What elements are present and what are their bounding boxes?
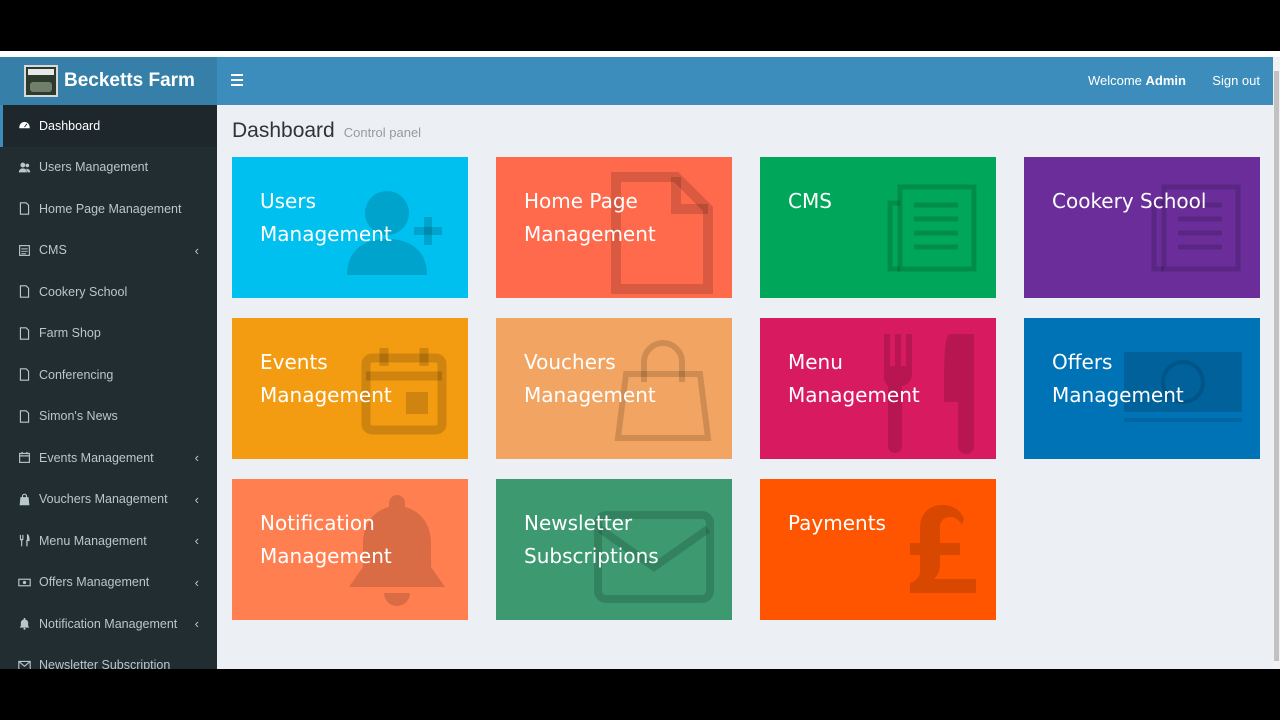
sidebar-item-label: Simon's News [39, 409, 118, 424]
sidebar-item-label: Menu Management [39, 533, 147, 548]
file-icon [17, 368, 31, 382]
sidebar-item-conferencing[interactable]: Conferencing [0, 354, 217, 396]
letterbox-bottom [0, 669, 1280, 720]
tile-label: Home Page Management [524, 189, 656, 246]
envelope-icon [17, 658, 31, 669]
sign-out-link[interactable]: Sign out [1212, 73, 1260, 88]
sidebar-item-offers[interactable]: Offers Management ‹ [0, 562, 217, 604]
letterbox-top [0, 0, 1280, 51]
sidebar-item-newsletter[interactable]: Newsletter Subscription [0, 645, 217, 669]
tile-label: Menu Management [788, 350, 920, 407]
sidebar-item-label: CMS [39, 243, 67, 258]
tile-label: Users Management [260, 189, 392, 246]
farm-logo-icon [24, 65, 58, 97]
list-icon [17, 243, 31, 257]
page-title: Dashboard [232, 119, 335, 142]
chevron-left-icon: ‹ [194, 533, 199, 549]
sidebar-item-menu[interactable]: Menu Management ‹ [0, 520, 217, 562]
sidebar-item-vouchers[interactable]: Vouchers Management ‹ [0, 479, 217, 521]
tile-users-management[interactable]: Users Management [232, 157, 468, 298]
tile-label: Events Management [260, 350, 392, 407]
chevron-left-icon: ‹ [194, 616, 199, 632]
sidebar-item-users[interactable]: Users Management [0, 147, 217, 189]
cutlery-icon [17, 534, 31, 548]
shopping-bag-icon [17, 492, 31, 506]
admin-app: Becketts Farm Welcome Admin Sign out Das… [0, 57, 1280, 669]
sidebar-item-simons-news[interactable]: Simon's News [0, 396, 217, 438]
sidebar-item-label: Newsletter Subscription [39, 658, 171, 669]
tile-label: Offers Management [1052, 350, 1184, 407]
sidebar-item-label: Vouchers Management [39, 492, 168, 507]
sidebar-item-farm-shop[interactable]: Farm Shop [0, 313, 217, 355]
users-icon [17, 160, 31, 174]
tile-label: Payments [788, 511, 886, 535]
page-subtitle: Control panel [343, 125, 422, 140]
hamburger-menu-icon[interactable] [231, 74, 243, 86]
file-icon [17, 285, 31, 299]
tile-offers-management[interactable]: Offers Management [1024, 318, 1260, 459]
tile-newsletter-subscriptions[interactable]: Newsletter Subscriptions [496, 479, 732, 620]
sidebar-item-label: Farm Shop [39, 326, 101, 341]
sidebar-item-label: Cookery School [39, 284, 128, 299]
file-icon [17, 202, 31, 216]
tile-notification-management[interactable]: Notification Management [232, 479, 468, 620]
tile-label: Vouchers Management [524, 350, 656, 407]
tile-events-management[interactable]: Events Management [232, 318, 468, 459]
page-scrollbar[interactable] [1273, 57, 1280, 669]
chevron-left-icon: ‹ [194, 574, 199, 590]
tile-payments[interactable]: Payments [760, 479, 996, 620]
tile-cms[interactable]: CMS [760, 157, 996, 298]
welcome-user: Admin [1145, 73, 1186, 88]
sidebar-item-label: Notification Management [39, 616, 178, 631]
page-header: Dashboard Control panel [232, 119, 421, 143]
sidebar-item-cms[interactable]: CMS ‹ [0, 230, 217, 272]
sidebar-item-events[interactable]: Events Management ‹ [0, 437, 217, 479]
sidebar-item-label: Offers Management [39, 575, 150, 590]
welcome-text: Welcome Admin [1088, 73, 1186, 88]
file-icon [17, 409, 31, 423]
tile-cookery-school[interactable]: Cookery School [1024, 157, 1260, 298]
sidebar-item-dashboard[interactable]: Dashboard [0, 105, 217, 147]
calendar-icon [17, 451, 31, 465]
tile-label: Newsletter Subscriptions [524, 511, 659, 568]
sidebar-item-label: Users Management [39, 160, 149, 175]
tile-label: Cookery School [1052, 189, 1207, 213]
top-navbar: Welcome Admin Sign out [217, 57, 1280, 105]
tile-vouchers-management[interactable]: Vouchers Management [496, 318, 732, 459]
welcome-prefix: Welcome [1087, 73, 1142, 88]
sidebar-item-label: Dashboard [39, 118, 101, 133]
tile-label: Notification Management [260, 511, 392, 568]
file-icon [17, 326, 31, 340]
money-icon [17, 575, 31, 589]
sidebar-item-label: Events Management [39, 450, 154, 465]
dashboard-icon [17, 119, 31, 133]
scrollbar-thumb[interactable] [1274, 71, 1279, 661]
app-name: Becketts Farm [64, 70, 195, 91]
tile-menu-management[interactable]: Menu Management [760, 318, 996, 459]
main-content: Dashboard Control panel Users Management … [217, 105, 1280, 669]
chevron-left-icon: ‹ [194, 450, 199, 466]
sidebar-item-home-page[interactable]: Home Page Management [0, 188, 217, 230]
sidebar-item-label: Conferencing [39, 367, 114, 382]
chevron-left-icon: ‹ [194, 491, 199, 507]
app-logo[interactable]: Becketts Farm [0, 57, 217, 105]
tile-home-page-management[interactable]: Home Page Management [496, 157, 732, 298]
tile-label: CMS [788, 189, 832, 213]
sidebar-item-label: Home Page Management [39, 201, 182, 216]
sidebar-item-cookery-school[interactable]: Cookery School [0, 271, 217, 313]
sidebar: Dashboard Users Management Home Page Man… [0, 105, 217, 669]
bell-icon [17, 617, 31, 631]
sidebar-item-notifications[interactable]: Notification Management ‹ [0, 603, 217, 645]
chevron-left-icon: ‹ [194, 242, 199, 258]
